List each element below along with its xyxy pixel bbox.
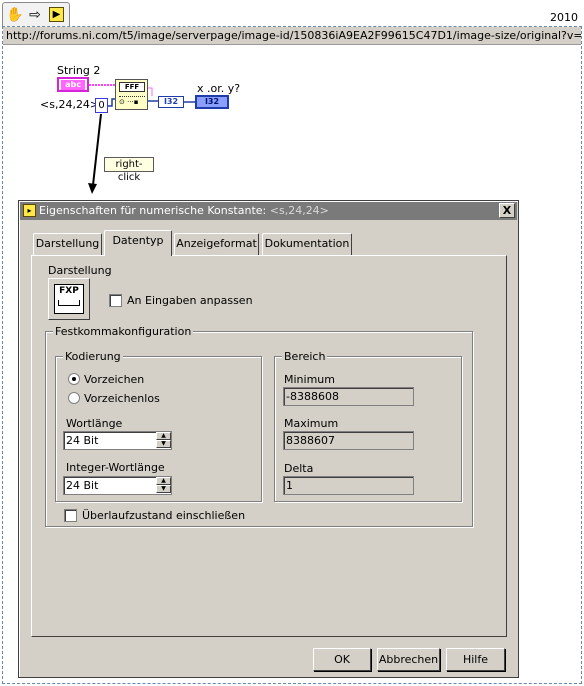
- right-click-tooltip: right-click: [104, 157, 154, 183]
- error-wire: [148, 87, 153, 96]
- dialog-title-type: <s,24,24>: [269, 204, 329, 217]
- dialog-title: Eigenschaften für numerische Konstante:: [39, 204, 267, 217]
- pointer-arrowhead: [88, 183, 97, 194]
- tab-darstellung[interactable]: Darstellung: [33, 233, 102, 255]
- representation-button[interactable]: FXP: [48, 278, 90, 320]
- fxp-icon: FXP: [54, 284, 84, 314]
- numeric-wire: [108, 98, 115, 107]
- fxp-icon-text: FXP: [59, 286, 79, 296]
- close-icon[interactable]: X: [499, 203, 515, 218]
- diagram-wires: [88, 84, 195, 194]
- pointer-line: [92, 113, 102, 186]
- tab-datentyp[interactable]: Datentyp: [104, 230, 172, 256]
- tab-dokumentation[interactable]: Dokumentation: [262, 233, 352, 255]
- labview-icon: ▸: [23, 204, 36, 217]
- dialog-titlebar[interactable]: ▸ Eigenschaften für numerische Konstante…: [20, 202, 517, 220]
- tab-panel: [31, 255, 507, 637]
- tab-anzeigeformat[interactable]: Anzeigeformat: [174, 233, 259, 255]
